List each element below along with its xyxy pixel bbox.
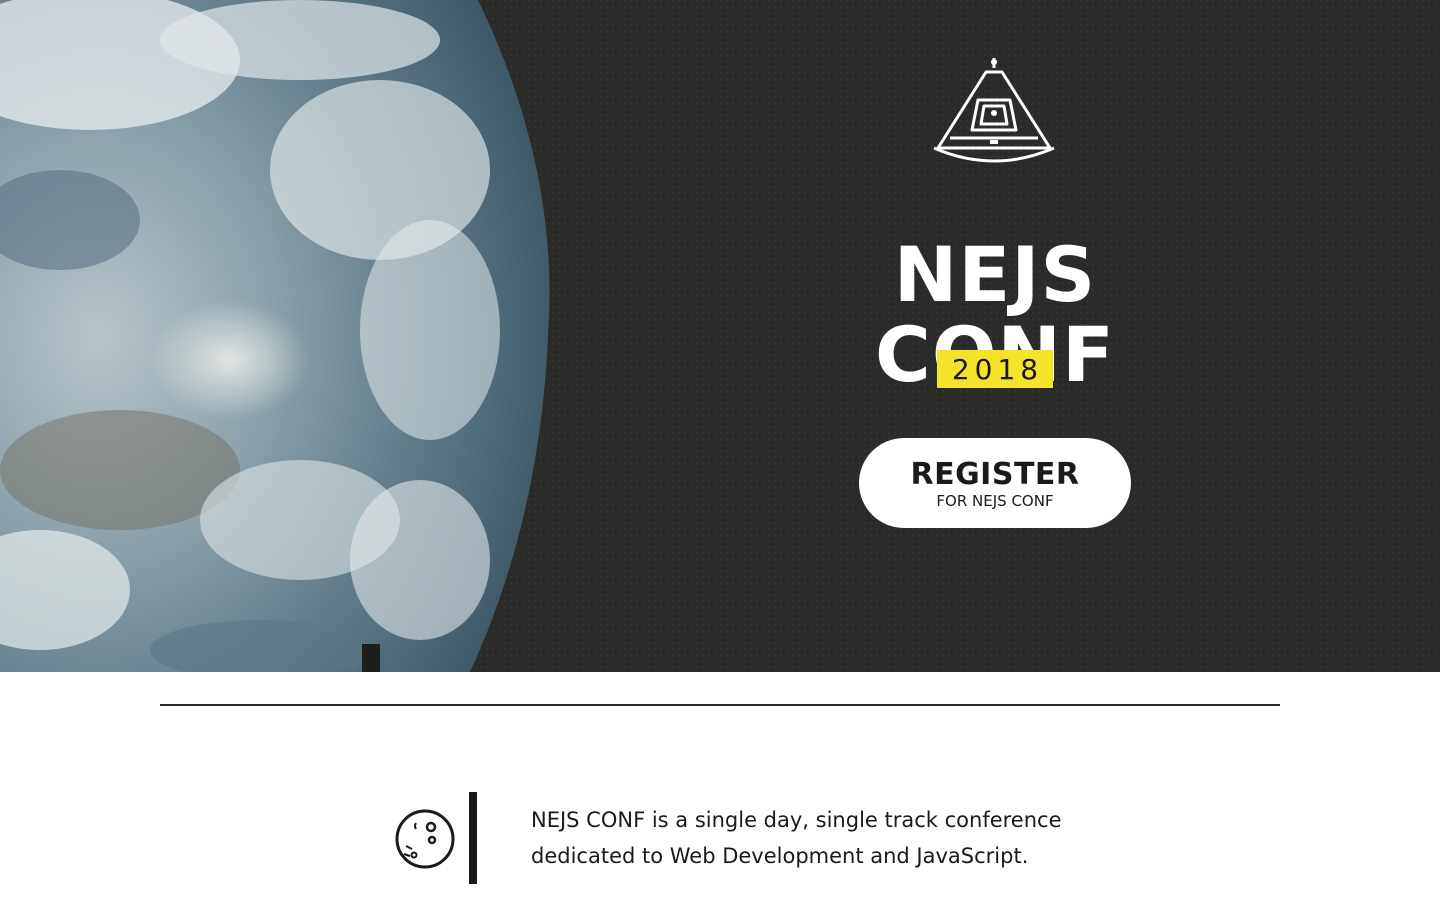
section-divider [160, 704, 1280, 706]
vertical-accent-bar [469, 792, 477, 884]
hero-section: NEJS CONF 2018 REGISTER FOR NEJS CONF [0, 0, 1440, 672]
earth-image [0, 0, 550, 672]
conference-description: NEJS CONF is a single day, single track … [531, 808, 1062, 868]
register-sublabel: FOR NEJS CONF [936, 492, 1054, 510]
register-label: REGISTER [910, 457, 1080, 492]
year-badge: 2018 [937, 350, 1053, 388]
moon-icon [395, 809, 455, 869]
space-capsule-icon [933, 58, 1055, 163]
title-line-1: NEJS [893, 229, 1097, 319]
register-button[interactable]: REGISTER FOR NEJS CONF [859, 438, 1131, 528]
